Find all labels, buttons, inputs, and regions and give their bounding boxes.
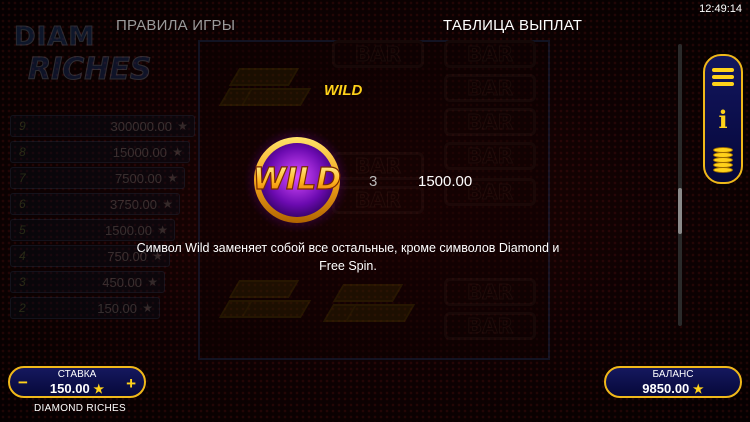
svg-text:WILD: WILD (253, 162, 341, 197)
dim-overlay (0, 0, 750, 422)
balance-value: 9850.00 (642, 381, 690, 396)
menu-icon[interactable] (705, 58, 741, 96)
tab-paytable[interactable]: ТАБЛИЦА ВЫПЛАТ (443, 17, 582, 34)
balance-display: БАЛАНС 9850.00 ★ (604, 366, 742, 398)
symbol-count: 3 (369, 173, 378, 190)
clock: 12:49:14 (699, 3, 742, 15)
star-icon: ★ (93, 382, 105, 396)
symbol-description: Символ Wild заменяет собой все остальные… (136, 241, 560, 273)
bet-value-line: 150.00 ★ (10, 381, 144, 396)
coins-icon[interactable] (705, 142, 741, 180)
symbol-payout: 1500.00 (418, 173, 473, 190)
balance-value-line: 9850.00 ★ (606, 381, 740, 396)
scrollbar[interactable] (678, 44, 682, 326)
wild-symbol-icon: WILD (243, 126, 351, 234)
scrollbar-thumb[interactable] (678, 188, 682, 234)
tab-game-rules[interactable]: ПРАВИЛА ИГРЫ (116, 17, 235, 34)
bet-value: 150.00 (49, 381, 90, 396)
symbol-title: WILD (324, 82, 363, 99)
star-icon: ★ (692, 382, 704, 396)
info-icon[interactable]: i (705, 100, 741, 138)
bet-label: СТАВКА (57, 369, 97, 380)
game-name: DIAMOND RICHES (34, 403, 126, 414)
bet-increase-button[interactable]: + (126, 374, 136, 394)
side-menu: i (703, 54, 743, 184)
balance-label: БАЛАНС (652, 369, 694, 380)
bet-control: − СТАВКА 150.00 ★ + (8, 366, 146, 398)
